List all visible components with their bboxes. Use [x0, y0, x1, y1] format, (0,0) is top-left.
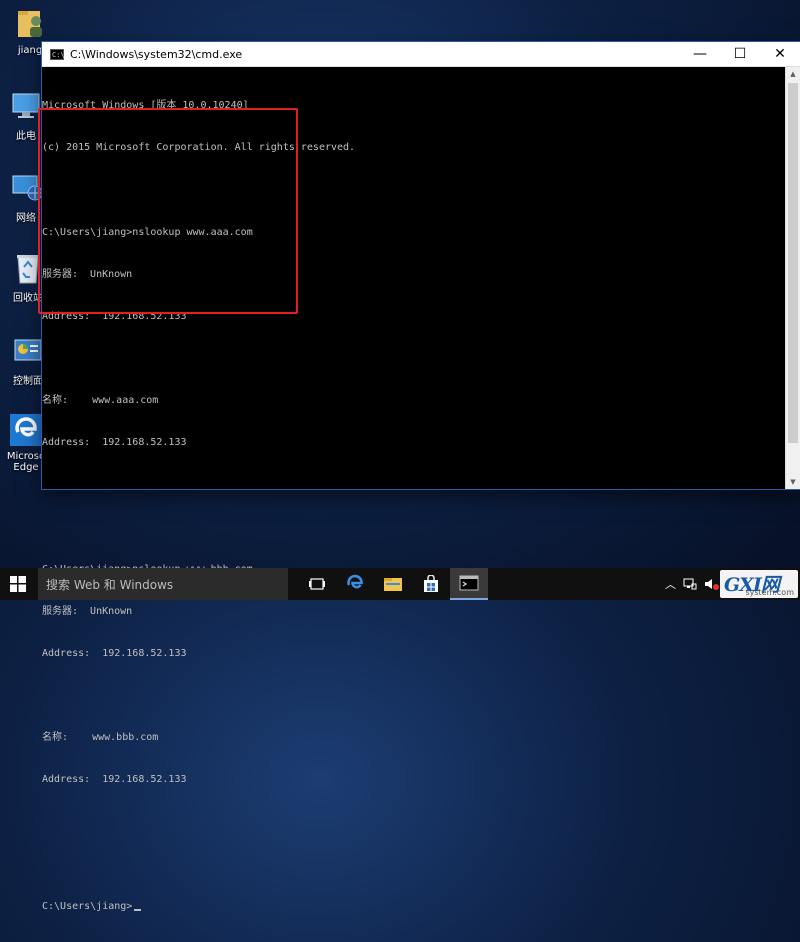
taskbar-search-box[interactable]: 搜索 Web 和 Windows	[38, 568, 288, 600]
watermark-site: system.com	[745, 588, 794, 597]
window-titlebar[interactable]: C:\ C:\Windows\system32\cmd.exe — ☐ ✕	[42, 42, 800, 67]
maximize-button[interactable]: ☐	[720, 42, 760, 66]
search-placeholder: 搜索 Web 和 Windows	[46, 577, 174, 592]
console-line: 服务器: UnKnown	[42, 605, 133, 617]
window-title: C:\Windows\system32\cmd.exe	[70, 47, 243, 61]
vertical-scrollbar[interactable]: ▲ ▼	[785, 67, 800, 489]
network-tray-icon[interactable]	[683, 578, 697, 590]
cmd-taskbar-icon[interactable]	[450, 568, 488, 600]
taskbar: 搜索 Web 和 Windows ︿	[0, 568, 800, 600]
console-prompt-line[interactable]: C:\Users\jiang>	[42, 900, 786, 914]
windows-logo-icon	[10, 576, 26, 592]
scrollbar-thumb[interactable]	[788, 83, 798, 443]
system-tray: ︿	[665, 568, 720, 600]
edge-icon	[8, 412, 44, 448]
chevron-up-icon[interactable]: ︿	[665, 576, 676, 592]
console-prompt: C:\Users\jiang>	[42, 900, 133, 912]
user-folder-icon	[12, 6, 48, 42]
watermark-logo: GXI网 system.com	[720, 570, 798, 598]
console-line: 名称: www.aaa.com	[42, 395, 159, 407]
volume-muted-icon[interactable]	[704, 578, 720, 590]
highlight-box	[38, 108, 298, 314]
console-line: Address: 192.168.52.133	[42, 647, 187, 659]
file-explorer-icon[interactable]	[374, 568, 412, 600]
text-cursor	[134, 908, 142, 911]
start-button[interactable]	[0, 568, 36, 600]
close-button[interactable]: ✕	[760, 42, 800, 66]
scroll-down-icon[interactable]: ▼	[786, 475, 800, 489]
control-panel-icon	[10, 333, 46, 369]
console-line: 名称: www.bbb.com	[42, 732, 159, 744]
minimize-button[interactable]: —	[680, 42, 720, 66]
edge-taskbar-icon[interactable]	[336, 568, 374, 600]
cmd-app-icon: C:\	[50, 48, 65, 60]
task-view-icon[interactable]	[298, 568, 336, 600]
console-line: Address: 192.168.52.133	[42, 774, 187, 786]
console-line: Address: 192.168.52.133	[42, 437, 187, 449]
store-icon[interactable]	[412, 568, 450, 600]
scroll-up-icon[interactable]: ▲	[786, 67, 800, 81]
